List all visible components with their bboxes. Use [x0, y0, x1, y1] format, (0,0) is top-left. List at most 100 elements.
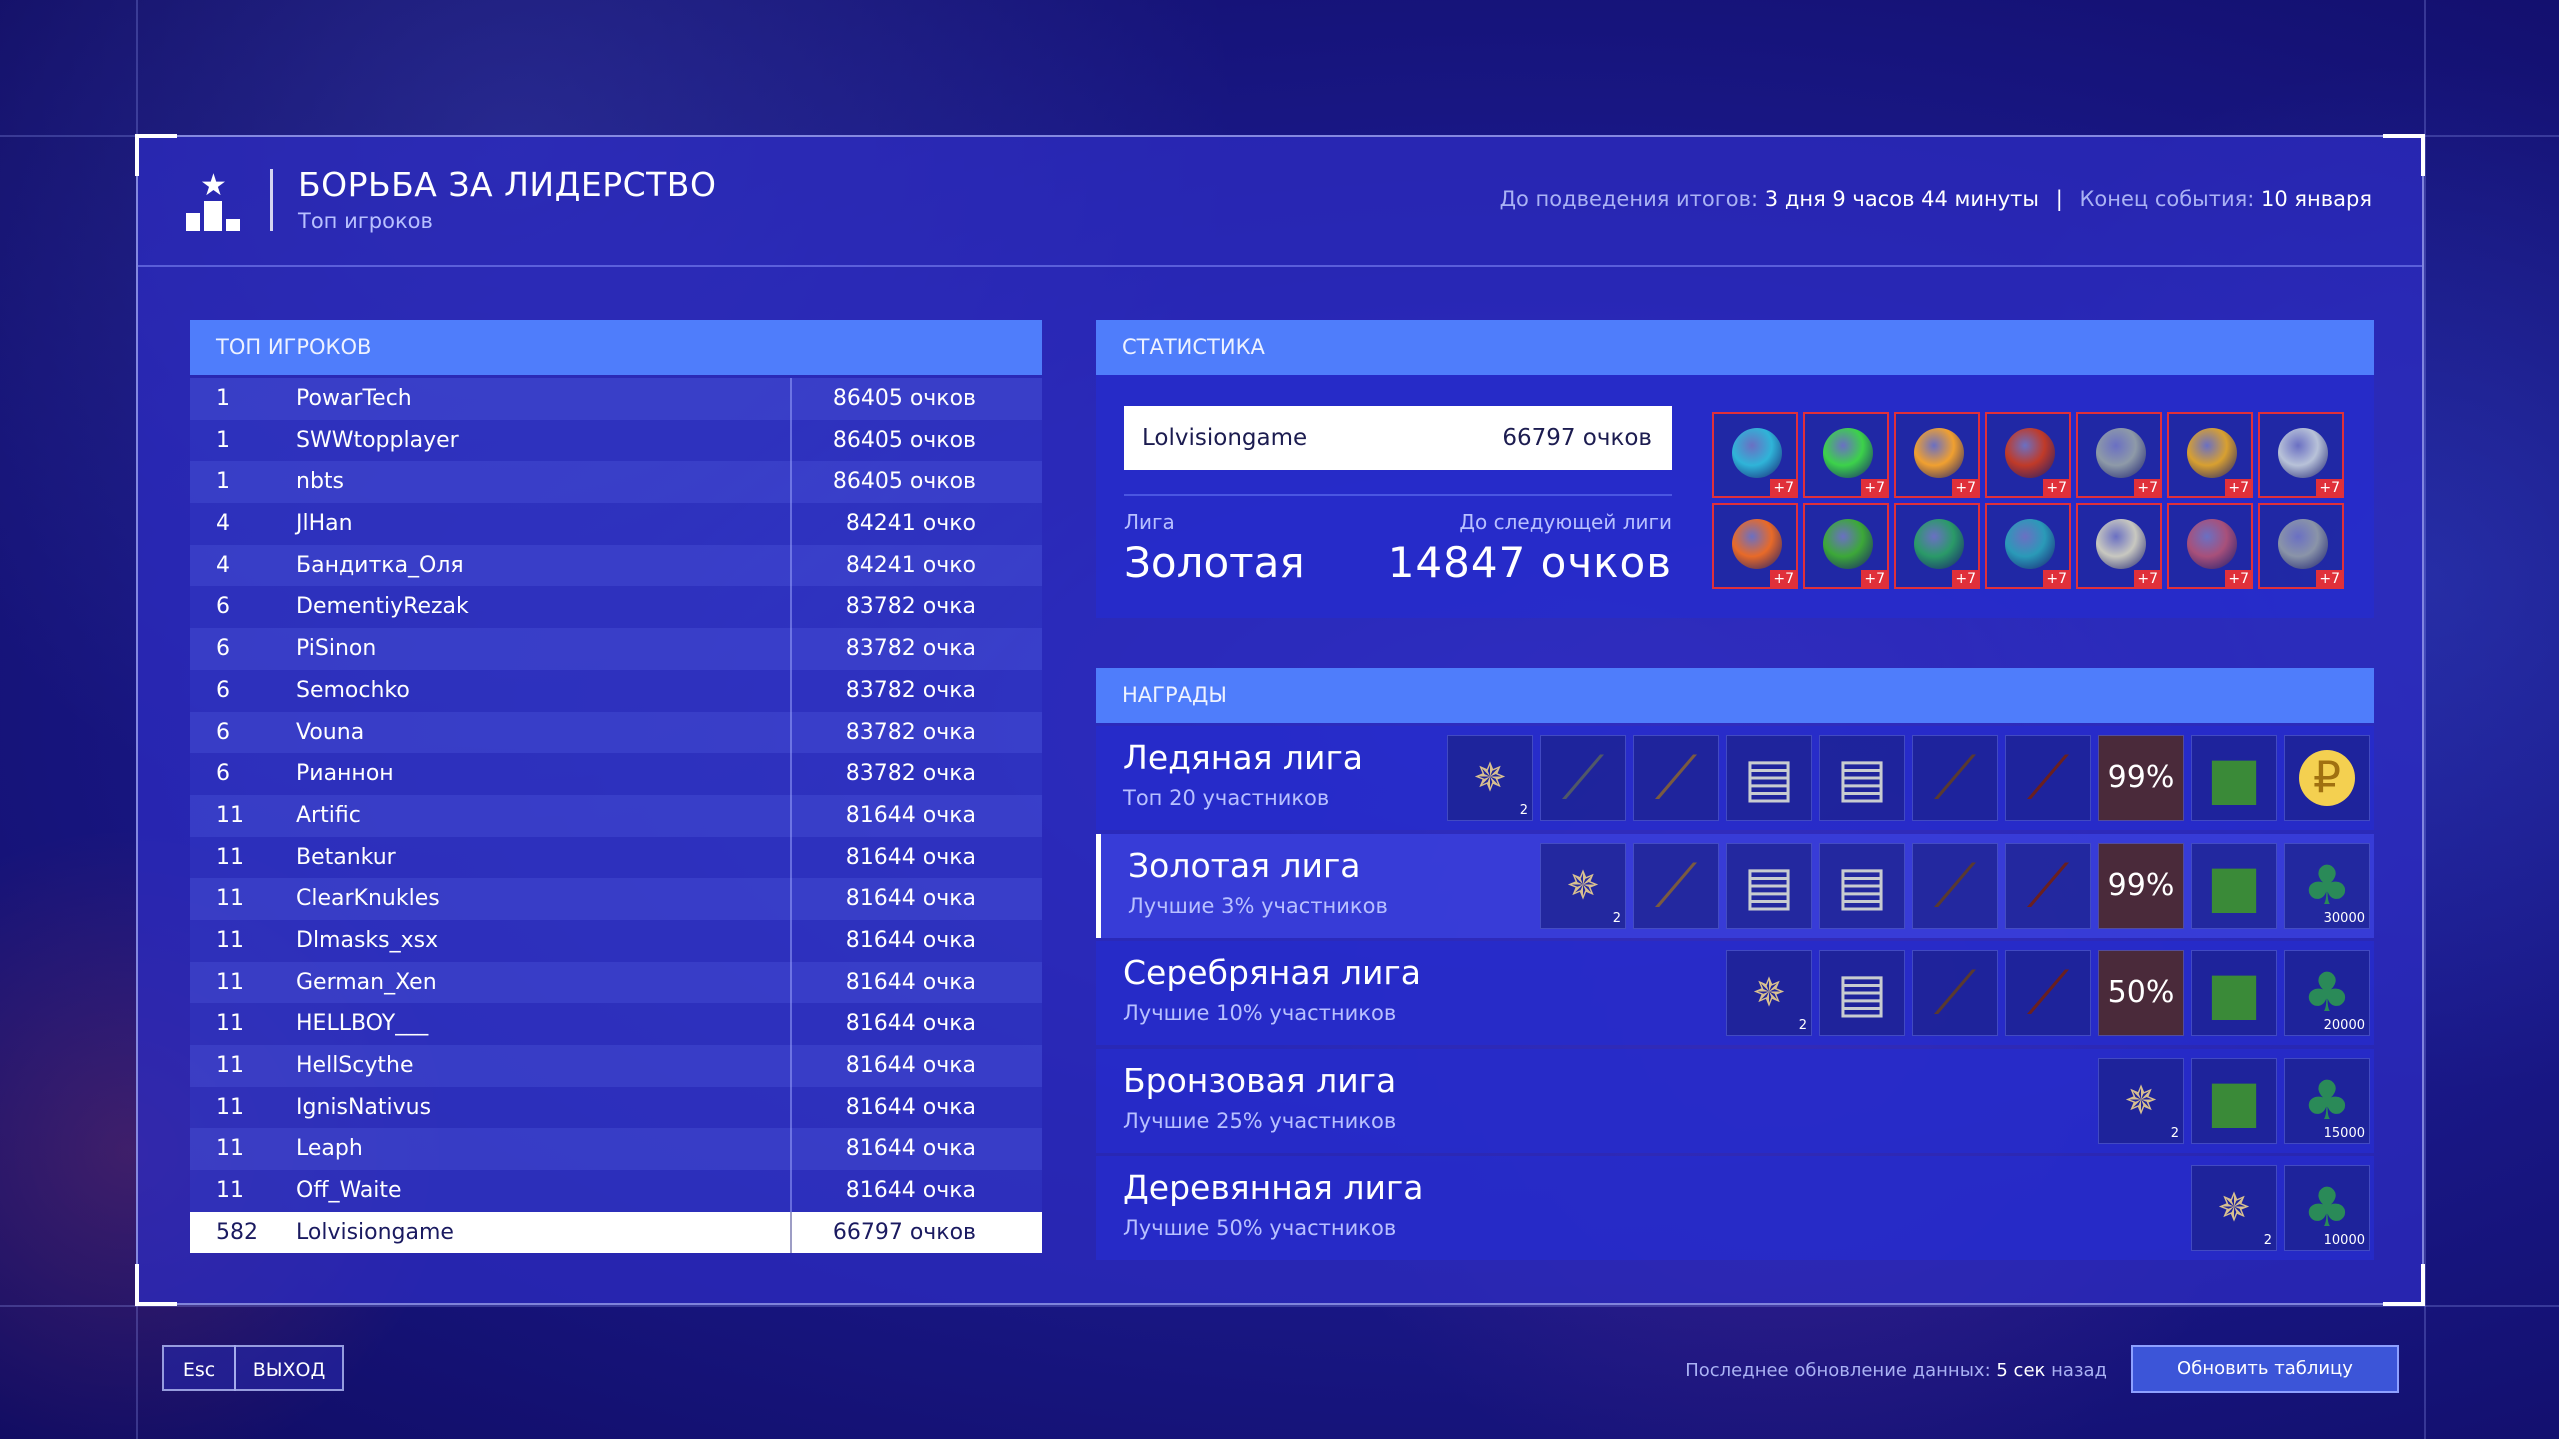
table-row[interactable]: 4 JlHan 84241 очко — [190, 503, 1042, 545]
collected-item[interactable]: +7 — [1803, 503, 1889, 589]
reward-item[interactable]: ✵ 2 — [1726, 950, 1812, 1036]
reward-item[interactable]: ■ — [2191, 842, 2277, 929]
assault-rifle-icon: ⟋ — [2027, 958, 2069, 1028]
player-name: German_Xen — [296, 969, 437, 995]
player-score: 81644 очка — [845, 1011, 976, 1037]
reward-item[interactable]: ■ — [2191, 735, 2277, 821]
table-row[interactable]: 11 IgnisNativus 81644 очка — [190, 1086, 1042, 1129]
reward-item[interactable]: ₽ — [2284, 735, 2370, 821]
reward-item[interactable]: ⟋ — [1912, 950, 1998, 1036]
league-row[interactable]: Деревянная лига Лучшие 50% участников ✵ 2 ♣ 1… — [1096, 1156, 2374, 1260]
table-row[interactable]: 11 Dlmasks_xsx 81644 очка — [190, 919, 1042, 962]
exit-button[interactable]: ВЫХОД — [234, 1345, 344, 1391]
collected-item[interactable]: +7 — [1712, 412, 1798, 498]
league-row[interactable]: Ледяная лига Топ 20 участников ✵ 2 ⟋ ⟋ ▤ ▤ ⟋ ⟋ 99%… — [1096, 726, 2374, 830]
armor-plate-icon: ▤ — [1836, 746, 1888, 809]
reward-item[interactable]: ▤ — [1819, 950, 1905, 1036]
reward-item[interactable]: ▤ — [1726, 842, 1812, 929]
update-suffix: назад — [2051, 1360, 2107, 1381]
reward-item[interactable]: ▤ — [1819, 842, 1905, 929]
table-row[interactable]: 11 Off_Waite 81644 очка — [190, 1170, 1042, 1212]
league-name: Золотая лига — [1128, 845, 1361, 885]
collected-item[interactable]: +7 — [2076, 412, 2162, 498]
reward-count: 15000 — [2323, 1125, 2365, 1141]
player-name: Leaph — [296, 1136, 363, 1162]
blue-ornament-icon — [1732, 428, 1782, 478]
table-row[interactable]: 1 SWWtopplayer 86405 очков — [190, 419, 1042, 462]
table-row[interactable]: 6 DementiyRezak 83782 очка — [190, 586, 1042, 629]
percent-bonus-reward[interactable]: 99% — [2098, 735, 2184, 821]
table-row[interactable]: 11 ClearKnukles 81644 очка — [190, 878, 1042, 920]
reward-item[interactable]: ♣ 10000 — [2284, 1165, 2370, 1251]
player-rank: 6 — [216, 719, 230, 745]
collected-item[interactable]: +7 — [1803, 412, 1889, 498]
reward-item[interactable]: ♣ 20000 — [2284, 950, 2370, 1036]
reward-item[interactable]: ▤ — [1819, 735, 1905, 821]
player-name: Semochko — [296, 677, 410, 703]
teal-ornament-icon — [2005, 519, 2055, 569]
reward-item[interactable]: ⟋ — [1540, 735, 1626, 821]
player-rank: 1 — [216, 427, 230, 453]
player-name: Artific — [296, 802, 361, 828]
table-row[interactable]: 6 PiSinon 83782 очка — [190, 628, 1042, 670]
collected-item[interactable]: +7 — [2076, 503, 2162, 589]
collected-item[interactable]: +7 — [2258, 503, 2344, 589]
reward-item[interactable]: ⟋ — [2005, 735, 2091, 821]
collected-item[interactable]: +7 — [2167, 412, 2253, 498]
reward-item[interactable]: ⟋ — [2005, 842, 2091, 929]
reward-item[interactable]: ✵ 2 — [2098, 1057, 2184, 1144]
league-row[interactable]: Золотая лига Лучшие 3% участников ✵ 2 ⟋ ▤ ▤ ⟋ ⟋ 9… — [1096, 833, 2374, 938]
table-row[interactable]: 11 HELLBOY___ 81644 очка — [190, 1003, 1042, 1045]
table-row[interactable]: 11 Artific 81644 очка — [190, 794, 1042, 837]
refresh-table-button[interactable]: Обновить таблицу — [2131, 1345, 2399, 1393]
reward-item[interactable]: ⟋ — [1633, 842, 1719, 929]
league-name: Ледяная лига — [1123, 738, 1364, 777]
player-rank: 11 — [216, 969, 244, 995]
table-row[interactable]: 6 Vouna 83782 очка — [190, 711, 1042, 754]
table-row[interactable]: 6 Semochko 83782 очка — [190, 669, 1042, 712]
table-row[interactable]: 1 nbts 86405 очков — [190, 461, 1042, 504]
table-row[interactable]: 1 PowarTech 86405 очков — [190, 378, 1042, 420]
league-row[interactable]: Бронзовая лига Лучшие 25% участников ✵ 2 ■ ♣ 1… — [1096, 1048, 2374, 1153]
reward-item[interactable]: ✵ 2 — [2191, 1165, 2277, 1251]
assault-rifle-icon: ⟋ — [2027, 743, 2069, 813]
percent-bonus-reward[interactable]: 99% — [2098, 842, 2184, 929]
gift-box-icon: ■ — [2206, 744, 2262, 812]
collected-item[interactable]: +7 — [1894, 412, 1980, 498]
reward-item[interactable]: ⟋ — [2005, 950, 2091, 1036]
collected-item[interactable]: +7 — [1985, 503, 2071, 589]
item-bonus: +7 — [1861, 570, 1888, 588]
my-rank-row[interactable]: 582 Lolvisiongame 66797 очков — [190, 1211, 1042, 1254]
reward-item[interactable]: ▤ — [1726, 735, 1812, 821]
reward-item[interactable]: ✵ 2 — [1447, 735, 1533, 821]
reward-item[interactable]: ⟋ — [1912, 735, 1998, 821]
player-score: 81644 очка — [845, 1053, 976, 1078]
item-bonus: +7 — [1770, 479, 1797, 497]
table-row[interactable]: 4 Бандитка_Оля 84241 очко — [190, 544, 1042, 587]
esc-key-hint[interactable]: Esc — [162, 1345, 236, 1391]
table-row[interactable]: 11 HellScythe 81644 очка — [190, 1045, 1042, 1087]
table-row[interactable]: 11 German_Xen 81644 очка — [190, 961, 1042, 1004]
reward-item[interactable]: ✵ 2 — [1540, 842, 1626, 929]
table-row[interactable]: 11 Betankur 81644 очка — [190, 836, 1042, 879]
reward-item[interactable]: ♣ 15000 — [2284, 1057, 2370, 1144]
table-row[interactable]: 11 Leaph 81644 очка — [190, 1128, 1042, 1171]
reward-count: 10000 — [2323, 1233, 2365, 1248]
league-row[interactable]: Серебряная лига Лучшие 10% участников ✵ 2 ▤ ⟋… — [1096, 941, 2374, 1045]
collected-item[interactable]: +7 — [1894, 503, 1980, 589]
reward-item[interactable]: ⟋ — [1633, 735, 1719, 821]
player-score: 86405 очков — [832, 386, 976, 411]
collected-item[interactable]: +7 — [1985, 412, 2071, 498]
my-name: Lolvisiongame — [1142, 425, 1308, 451]
reward-item[interactable]: ♣ 30000 — [2284, 842, 2370, 929]
collected-item[interactable]: +7 — [1712, 503, 1798, 589]
percent-bonus-reward[interactable]: 50% — [2098, 950, 2184, 1036]
collected-item[interactable]: +7 — [2167, 503, 2253, 589]
reward-item[interactable]: ⟋ — [1912, 842, 1998, 929]
leaderboard-list[interactable]: 1 PowarTech 86405 очков 1 SWWtopplayer 86405 … — [190, 378, 1042, 1254]
collected-item[interactable]: +7 — [2258, 412, 2344, 498]
reward-item[interactable]: ■ — [2191, 1057, 2277, 1144]
reward-item[interactable]: ■ — [2191, 950, 2277, 1036]
table-row[interactable]: 6 Рианнон 83782 очка — [190, 753, 1042, 795]
player-rank: 11 — [216, 802, 244, 828]
